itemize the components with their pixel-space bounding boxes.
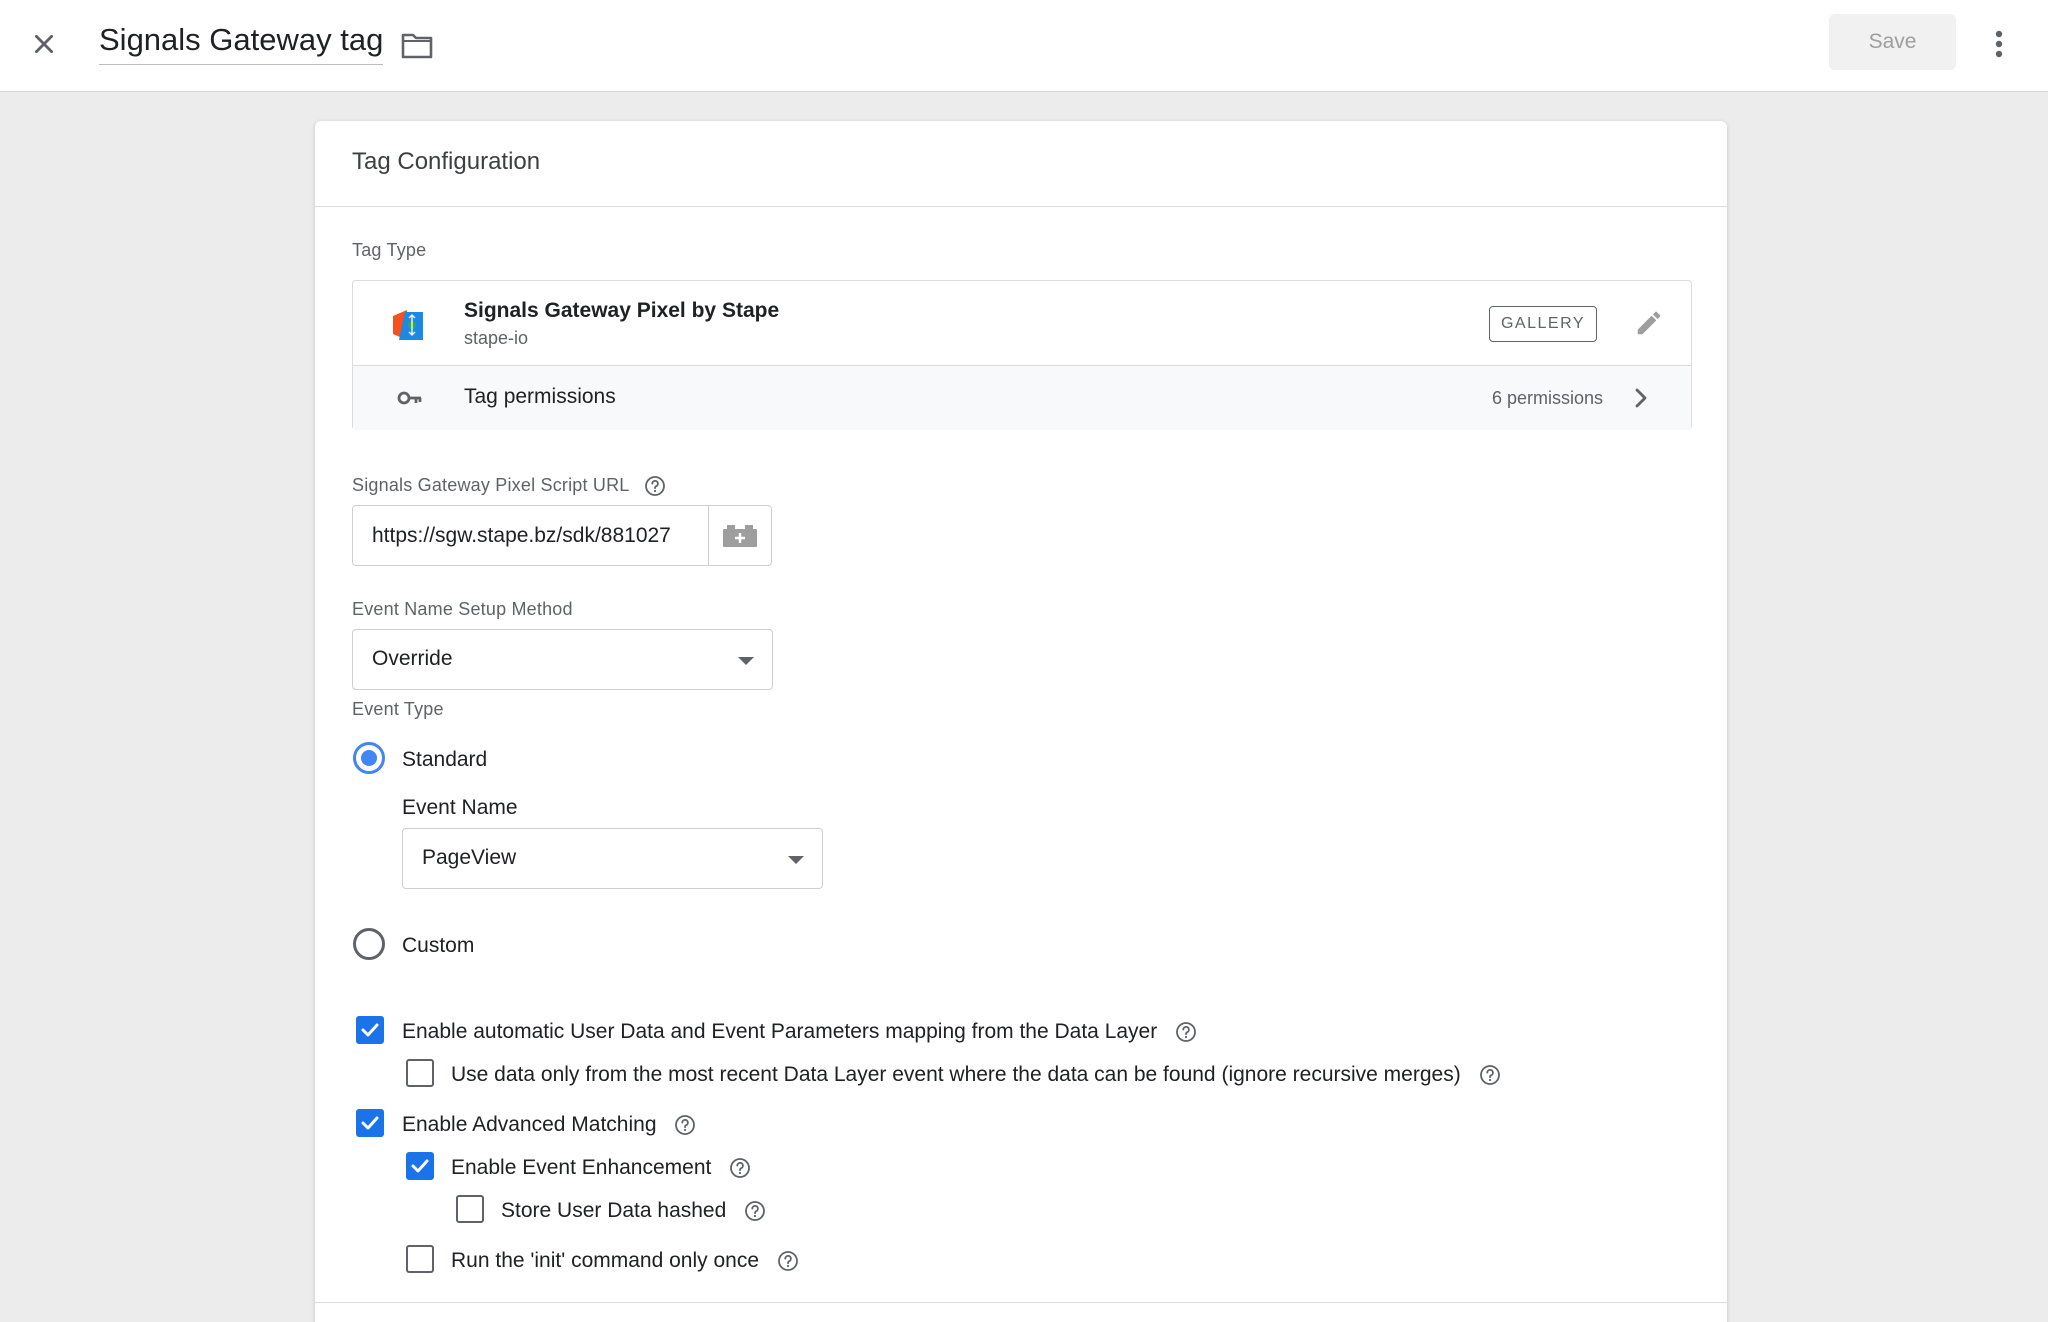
key-icon — [397, 391, 422, 405]
checkbox-event-enhancement-label: Enable Event Enhancement — [451, 1156, 712, 1179]
card-title: Tag Configuration — [352, 148, 541, 175]
close-button[interactable] — [22, 22, 66, 66]
gallery-badge: GALLERY — [1489, 306, 1597, 342]
radio-standard-label: Standard — [402, 748, 488, 771]
checkbox-init-once-label-row: Run the 'init' command only once — [451, 1249, 799, 1273]
variable-icon — [723, 524, 757, 547]
save-button[interactable]: Save — [1829, 14, 1956, 70]
checkbox-store-hashed[interactable] — [456, 1195, 484, 1223]
checkbox-init-once-label: Run the 'init' command only once — [451, 1249, 760, 1272]
tag-type-vendor: stape-io — [464, 328, 529, 348]
event-name-setup-label: Event Name Setup Method — [352, 599, 573, 619]
help-icon[interactable] — [777, 1250, 799, 1272]
radio-custom[interactable] — [353, 928, 385, 960]
radio-standard[interactable] — [353, 742, 385, 774]
tag-type-row[interactable]: Signals Gateway Pixel by Stape stape-io … — [353, 281, 1691, 366]
dropdown-arrow-icon — [788, 856, 804, 864]
help-icon[interactable] — [744, 1200, 766, 1222]
checkbox-event-enhancement[interactable] — [406, 1152, 434, 1180]
folder-button[interactable] — [398, 26, 436, 64]
checkbox-auto-mapping-label: Enable automatic User Data and Event Par… — [402, 1020, 1158, 1043]
folder-icon — [401, 33, 433, 59]
script-url-input[interactable] — [353, 506, 707, 565]
help-icon[interactable] — [644, 475, 666, 497]
tag-type-box: Signals Gateway Pixel by Stape stape-io … — [352, 280, 1692, 430]
more-options-button[interactable] — [1979, 22, 2019, 66]
script-url-label-row: Signals Gateway Pixel Script URL — [352, 475, 666, 497]
checkbox-recent-event-only-label: Use data only from the most recent Data … — [451, 1063, 1461, 1086]
checkbox-auto-mapping[interactable] — [356, 1016, 384, 1044]
tag-configuration-card: Tag Configuration Tag Type Signals Gatew… — [315, 121, 1727, 1322]
checkbox-auto-mapping-label-row: Enable automatic User Data and Event Par… — [402, 1020, 1197, 1044]
checkbox-store-hashed-label-row: Store User Data hashed — [501, 1199, 766, 1223]
help-icon[interactable] — [1175, 1021, 1197, 1043]
checkbox-event-enhancement-label-row: Enable Event Enhancement — [451, 1156, 751, 1180]
script-url-field — [352, 505, 772, 566]
tag-type-label: Tag Type — [352, 240, 427, 260]
help-icon[interactable] — [674, 1114, 696, 1136]
edit-tag-type-button[interactable] — [1631, 305, 1667, 341]
event-type-label: Event Type — [352, 699, 444, 719]
top-bar: Signals Gateway tag Save — [0, 0, 2048, 92]
check-icon — [361, 1023, 379, 1037]
dropdown-arrow-icon — [738, 657, 754, 665]
stape-logo-icon — [393, 310, 423, 340]
help-icon[interactable] — [729, 1157, 751, 1179]
checkbox-advanced-matching-label: Enable Advanced Matching — [402, 1113, 657, 1136]
tag-type-name: Signals Gateway Pixel by Stape — [464, 299, 780, 322]
chevron-right-icon — [1635, 388, 1647, 408]
script-url-label: Signals Gateway Pixel Script URL — [352, 475, 629, 495]
section-divider — [315, 1302, 1727, 1303]
edit-icon — [1637, 311, 1661, 335]
checkbox-init-once[interactable] — [406, 1245, 434, 1273]
event-name-label: Event Name — [402, 796, 518, 819]
check-icon — [411, 1159, 429, 1173]
tag-title[interactable]: Signals Gateway tag — [99, 22, 384, 65]
event-name-setup-value: Override — [372, 647, 453, 670]
help-icon[interactable] — [1479, 1064, 1501, 1086]
event-name-setup-select[interactable]: Override — [352, 629, 773, 690]
close-icon — [35, 35, 53, 53]
radio-custom-label: Custom — [402, 934, 475, 957]
checkbox-recent-event-only[interactable] — [406, 1059, 434, 1087]
tag-permissions-count: 6 permissions — [1491, 388, 1603, 408]
checkbox-advanced-matching-label-row: Enable Advanced Matching — [402, 1113, 696, 1137]
checkbox-recent-event-only-label-row: Use data only from the most recent Data … — [451, 1063, 1501, 1087]
card-header: Tag Configuration — [315, 121, 1727, 207]
insert-variable-button[interactable] — [708, 506, 771, 565]
tag-permissions-row[interactable]: Tag permissions 6 permissions — [353, 366, 1691, 430]
checkbox-store-hashed-label: Store User Data hashed — [501, 1199, 727, 1222]
tag-permissions-label: Tag permissions — [464, 385, 616, 408]
more-vert-icon — [1995, 30, 2003, 58]
check-icon — [361, 1116, 379, 1130]
event-name-value: PageView — [422, 846, 517, 869]
checkbox-advanced-matching[interactable] — [356, 1109, 384, 1137]
event-name-select[interactable]: PageView — [402, 828, 823, 889]
